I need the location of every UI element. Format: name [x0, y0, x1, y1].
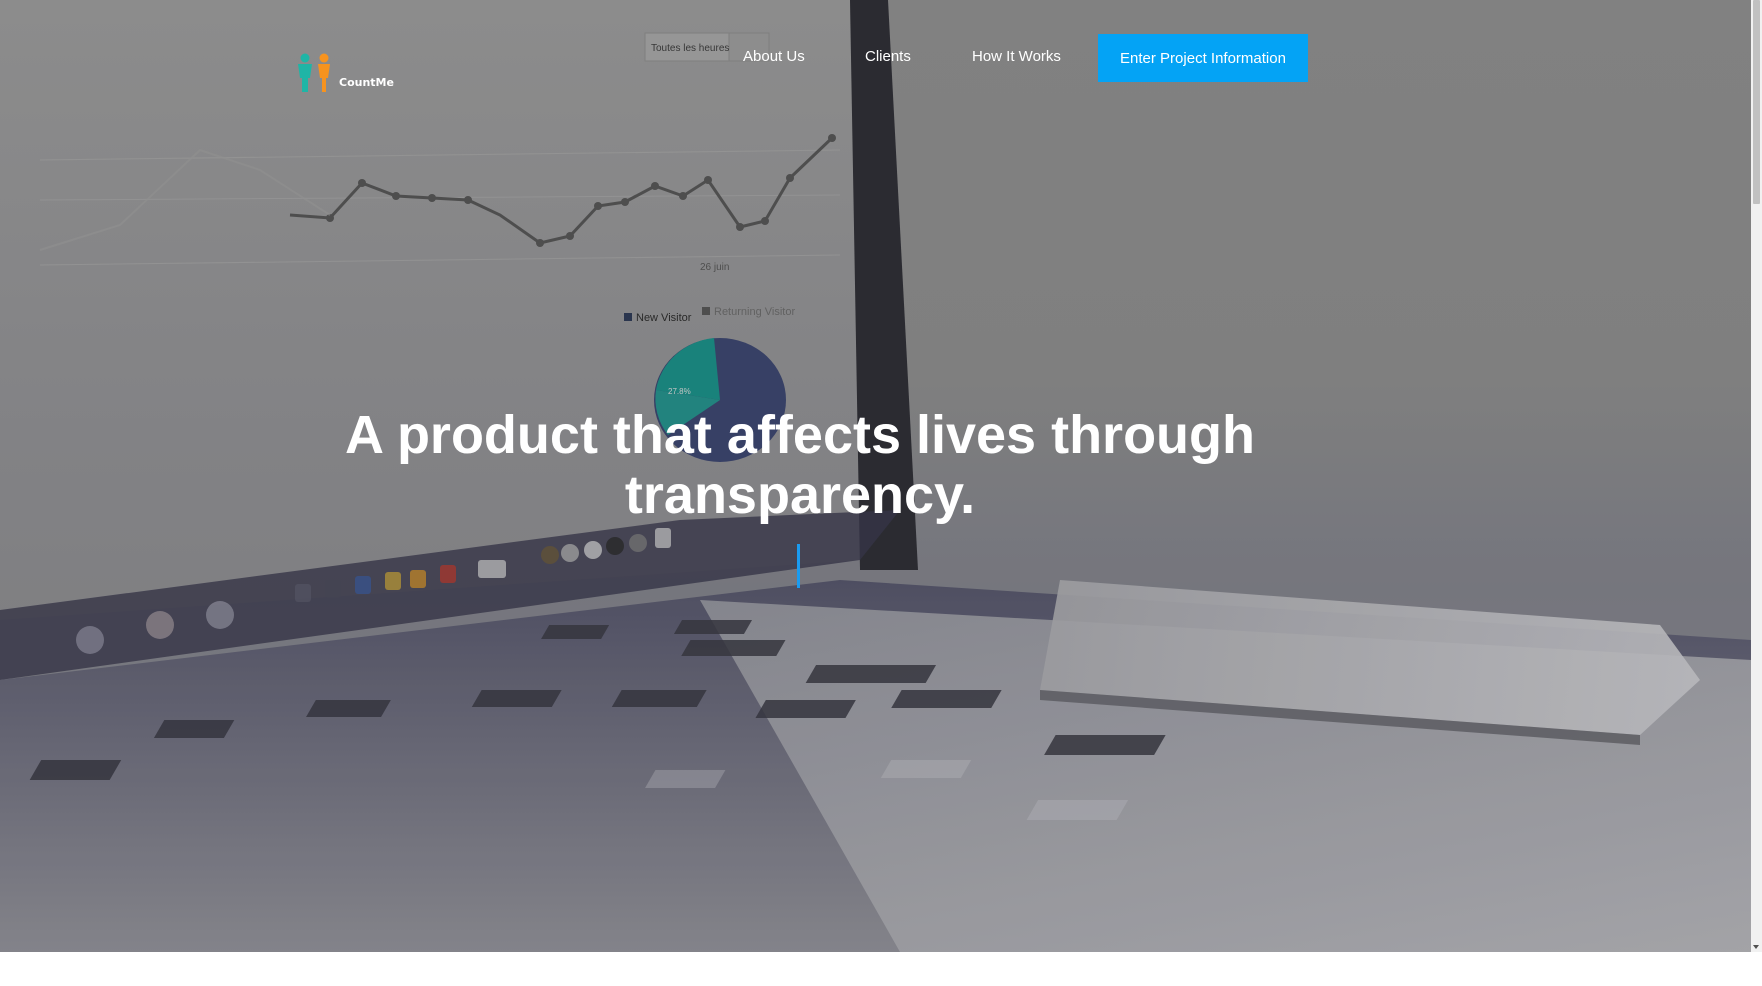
scroll-down-arrow-icon[interactable]	[1753, 945, 1759, 949]
nav-link-clients[interactable]: Clients	[865, 48, 911, 66]
page: Toutes les heures 26 juin New Visitor Re…	[0, 0, 1762, 986]
person-right-icon	[318, 53, 330, 92]
hero-headline: A product that affects lives through tra…	[344, 405, 1256, 525]
brand-name: CountMe	[339, 75, 394, 89]
page-scrollbar[interactable]	[1751, 0, 1762, 952]
scrollbar-thumb[interactable]	[1753, 0, 1760, 204]
hero-section: Toutes les heures 26 juin New Visitor Re…	[0, 0, 1751, 952]
nav-link-how-it-works[interactable]: How It Works	[972, 48, 1061, 66]
nav-link-about-us[interactable]: About Us	[743, 48, 805, 66]
brand-logo[interactable]: CountMe	[293, 52, 394, 94]
person-left-icon	[298, 53, 312, 92]
enter-project-information-button[interactable]: Enter Project Information	[1098, 34, 1308, 82]
typing-cursor	[797, 544, 800, 588]
people-logo-icon	[298, 53, 330, 92]
